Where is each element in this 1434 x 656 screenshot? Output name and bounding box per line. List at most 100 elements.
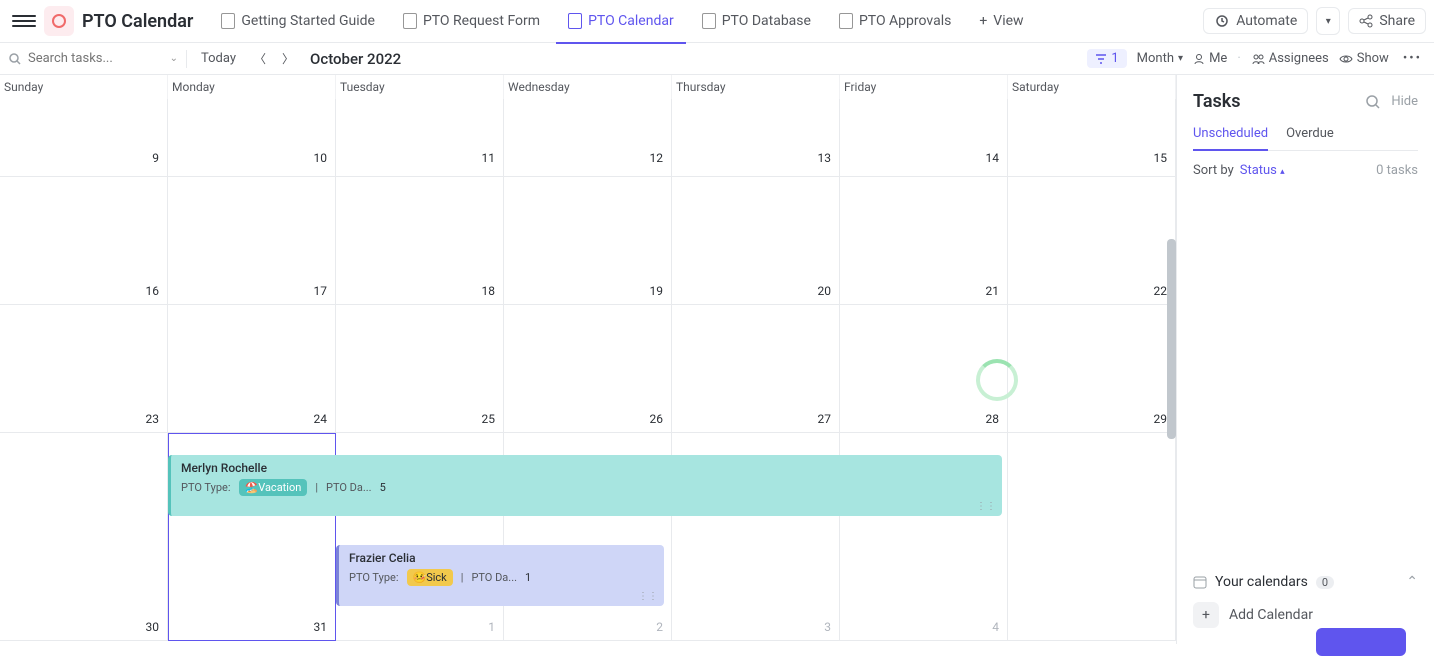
your-calendars-label: Your calendars — [1215, 574, 1308, 590]
doc-icon — [839, 13, 853, 29]
calendar-cell[interactable]: 9 — [0, 99, 168, 177]
add-calendar-button[interactable]: + Add Calendar — [1193, 602, 1418, 628]
view-label: View — [993, 13, 1023, 29]
tab-label: Getting Started Guide — [241, 13, 375, 29]
event-menu-icon[interactable]: ⋮⋮ — [638, 591, 658, 602]
show-button[interactable]: Show — [1339, 51, 1389, 66]
tab-pto-approvals[interactable]: PTO Approvals — [827, 0, 963, 43]
doc-icon — [221, 13, 235, 29]
event-extra-value: 1 — [525, 571, 531, 584]
search-icon[interactable] — [1365, 94, 1381, 110]
tab-pto-database[interactable]: PTO Database — [690, 0, 823, 43]
eye-icon — [1339, 53, 1353, 65]
menu-button[interactable] — [12, 9, 36, 33]
event-extra-key: PTO Da... — [326, 481, 372, 494]
plus-icon: + — [1193, 602, 1219, 628]
sidebar-tab-unscheduled[interactable]: Unscheduled — [1193, 126, 1268, 151]
search-icon — [8, 52, 22, 66]
calendar-cell[interactable] — [1008, 433, 1176, 641]
automate-caret[interactable]: ▾ — [1316, 7, 1340, 35]
calendar-event[interactable]: Merlyn Rochelle PTO Type: 🏖️Vacation | P… — [168, 455, 1002, 516]
automate-button[interactable]: Automate — [1203, 8, 1308, 34]
chevron-down-icon[interactable]: ⌄ — [170, 53, 178, 64]
search-input[interactable] — [28, 51, 148, 66]
calendar-cell[interactable]: 23 — [0, 305, 168, 433]
assignees-filter[interactable]: Assignees — [1251, 51, 1329, 66]
tab-getting-started[interactable]: Getting Started Guide — [209, 0, 387, 43]
event-extra-key: PTO Da... — [471, 571, 517, 584]
tab-label: PTO Calendar — [588, 13, 674, 29]
calendar-cell[interactable]: 26 — [504, 305, 672, 433]
calendar-cell[interactable]: 17 — [168, 177, 336, 305]
doc-icon — [702, 13, 716, 29]
next-month-button[interactable]: 〉 — [278, 48, 298, 69]
filter-button[interactable]: 1 — [1087, 49, 1126, 68]
event-menu-icon[interactable]: ⋮⋮ — [976, 501, 996, 512]
hide-button[interactable]: Hide — [1391, 94, 1418, 109]
app-logo — [44, 6, 74, 36]
sort-value[interactable]: Status ▴ — [1240, 163, 1285, 178]
calendars-count-badge: 0 — [1316, 576, 1334, 589]
event-title: Frazier Celia — [349, 551, 654, 565]
calendar-cell[interactable]: 15 — [1008, 99, 1176, 177]
day-header: Saturday — [1008, 75, 1176, 99]
event-type-label: PTO Type: — [181, 481, 231, 494]
calendar-cell[interactable]: 30 — [0, 433, 168, 641]
me-label: Me — [1209, 51, 1227, 66]
calendar-cell[interactable]: 16 — [0, 177, 168, 305]
period-select[interactable]: Month ▾ — [1137, 51, 1183, 66]
calendar-cell[interactable]: 12 — [504, 99, 672, 177]
calendar-cell[interactable]: 11 — [336, 99, 504, 177]
chevron-up-icon: ▴ — [1280, 167, 1285, 177]
show-label: Show — [1357, 51, 1389, 66]
share-icon — [1359, 14, 1373, 28]
share-button[interactable]: Share — [1348, 8, 1426, 34]
chevron-down-icon: ▾ — [1178, 53, 1183, 64]
calendar-cell[interactable]: 13 — [672, 99, 840, 177]
calendar-cell[interactable]: 20 — [672, 177, 840, 305]
event-type-label: PTO Type: — [349, 571, 399, 584]
tab-label: PTO Request Form — [423, 13, 540, 29]
event-extra-value: 5 — [380, 481, 386, 494]
tab-pto-request-form[interactable]: PTO Request Form — [391, 0, 552, 43]
calendar-cell[interactable]: 24 — [168, 305, 336, 433]
calendar-cell[interactable]: 22 — [1008, 177, 1176, 305]
doc-icon — [403, 13, 417, 29]
sort-by-label: Sort by — [1193, 163, 1234, 178]
calendar-cell[interactable]: 25 — [336, 305, 504, 433]
chevron-up-icon[interactable]: ⌃ — [1406, 574, 1418, 590]
assignees-label: Assignees — [1269, 51, 1329, 66]
calendar-cell[interactable]: 21 — [840, 177, 1008, 305]
filter-count: 1 — [1111, 51, 1118, 66]
task-count: 0 tasks — [1376, 163, 1418, 178]
loading-spinner-icon — [976, 359, 1018, 401]
calendar-cell[interactable]: 29 — [1008, 305, 1176, 433]
day-header: Tuesday — [336, 75, 504, 99]
scrollbar[interactable] — [1167, 99, 1176, 459]
calendar-event[interactable]: Frazier Celia PTO Type: 🤒Sick | PTO Da..… — [336, 545, 664, 606]
scrollbar-thumb[interactable] — [1167, 239, 1176, 439]
calendar-cell[interactable]: 10 — [168, 99, 336, 177]
person-icon — [1193, 53, 1205, 65]
calendar-cell[interactable]: 27 — [672, 305, 840, 433]
calendar-cell[interactable]: 19 — [504, 177, 672, 305]
calendar-grid[interactable]: Sunday Monday Tuesday Wednesday Thursday… — [0, 75, 1176, 644]
tab-pto-calendar[interactable]: PTO Calendar — [556, 0, 686, 43]
people-icon — [1251, 53, 1265, 65]
tab-label: PTO Approvals — [859, 13, 951, 29]
calendar-cell[interactable]: 14 — [840, 99, 1008, 177]
add-view-button[interactable]: + View — [967, 6, 1035, 36]
sidebar-title: Tasks — [1193, 91, 1241, 112]
day-header: Monday — [168, 75, 336, 99]
prev-month-button[interactable]: 〈 — [250, 48, 270, 69]
today-button[interactable]: Today — [195, 49, 242, 68]
share-label: Share — [1379, 13, 1415, 29]
separator: | — [461, 571, 464, 584]
sidebar-tab-overdue[interactable]: Overdue — [1286, 126, 1334, 150]
search-tasks[interactable]: ⌄ — [8, 51, 178, 66]
me-filter[interactable]: Me — [1193, 51, 1227, 66]
more-button[interactable]: ••• — [1399, 49, 1426, 68]
fab-button[interactable] — [1316, 628, 1406, 656]
calendar-cell[interactable]: 18 — [336, 177, 504, 305]
tab-label: PTO Database — [722, 13, 811, 29]
